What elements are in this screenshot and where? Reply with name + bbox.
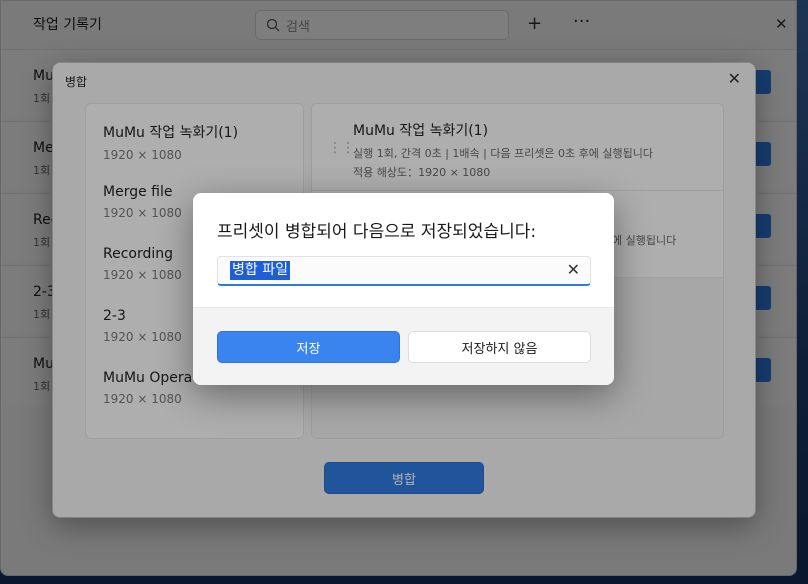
preset-name-input[interactable]: 병합 파일 ✕ — [217, 256, 591, 286]
clear-icon[interactable]: ✕ — [567, 260, 580, 279]
save-button[interactable]: 저장 — [217, 331, 400, 363]
preset-name-value: 병합 파일 — [230, 261, 290, 280]
save-preset-modal: 프리셋이 병합되어 다음으로 저장되었습니다: 병합 파일 ✕ 저장 저장하지 … — [193, 193, 614, 385]
dont-save-button[interactable]: 저장하지 않음 — [408, 331, 591, 363]
modal-footer: 저장 저장하지 않음 — [193, 307, 614, 385]
save-message: 프리셋이 병합되어 다음으로 저장되었습니다: — [217, 222, 537, 242]
